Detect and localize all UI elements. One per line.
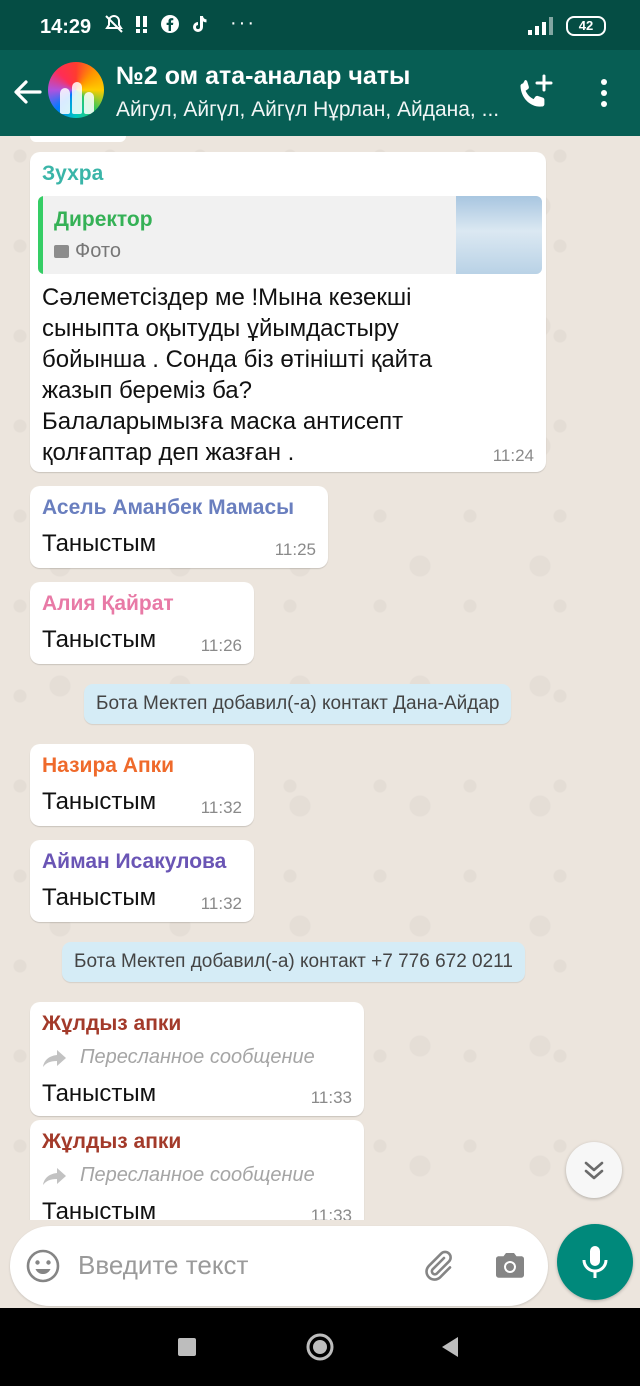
- reply-type: Фото: [54, 240, 121, 263]
- group-members[interactable]: Айгул, Айгүл, Айгүл Нұрлан, Айдана, ...: [116, 98, 499, 122]
- system-message: Бота Мектеп добавил(-а) контакт Дана-Айд…: [84, 684, 512, 724]
- signal-icon: [526, 17, 556, 35]
- group-title[interactable]: №2 ом ата-аналар чаты: [116, 62, 410, 91]
- message-time: 11:33: [310, 1088, 352, 1107]
- emoji-icon[interactable]: [26, 1249, 60, 1283]
- message-text: Таныстым: [42, 884, 157, 911]
- message-sender: Айман Исакулова: [42, 850, 227, 873]
- group-avatar[interactable]: [48, 62, 104, 118]
- message-sender: Жұлдыз апки: [42, 1012, 182, 1035]
- message-sender: Асель Аманбек Мамасы: [42, 496, 295, 519]
- mic-icon: [582, 1246, 608, 1278]
- forward-arrow-icon: [43, 1049, 66, 1067]
- previous-bubble-edge: [30, 136, 126, 142]
- message-text: Таныстым: [42, 1080, 157, 1107]
- message-text: Таныстым: [42, 788, 157, 815]
- photo-icon: [54, 245, 69, 258]
- facebook-icon: [161, 15, 179, 33]
- message-time: 11:25: [274, 540, 316, 559]
- reply-bar: [38, 196, 43, 274]
- message-bubble[interactable]: Алия Қайрат Таныстым 11:26: [30, 582, 254, 664]
- message-line: Балаларымызға маска антисепт: [42, 408, 404, 435]
- more-options-icon[interactable]: [592, 76, 616, 112]
- message-time: 11:24: [492, 446, 534, 465]
- forwarded-label: Пересланное сообщение: [42, 1164, 315, 1187]
- message-time: 11:26: [200, 636, 242, 655]
- scroll-to-bottom-button[interactable]: [566, 1142, 622, 1198]
- back-arrow-icon[interactable]: [10, 72, 46, 112]
- message-text: Таныстым: [42, 626, 157, 653]
- message-line: сыныпта оқытуды ұйымдастыру: [42, 315, 399, 342]
- forwarded-label: Пересланное сообщение: [42, 1046, 315, 1069]
- message-bubble[interactable]: Назира Апки Таныстым 11:32: [30, 744, 254, 826]
- more-notifications-indicator: ···: [230, 12, 256, 34]
- chat-area[interactable]: Зухра Директор Фото Сәлеметсіздер ме !Мы…: [0, 136, 640, 1308]
- forward-arrow-icon: [43, 1167, 66, 1185]
- message-time: 11:32: [200, 798, 242, 817]
- reply-photo-thumbnail: [456, 196, 542, 274]
- message-bubble[interactable]: Жұлдыз апки Пересланное сообщение Таныст…: [30, 1120, 364, 1234]
- message-bubble[interactable]: Айман Исакулова Таныстым 11:32: [30, 840, 254, 922]
- message-line: бойынша . Сонда біз өтінішті қайта: [42, 346, 433, 373]
- camera-icon[interactable]: [492, 1248, 528, 1284]
- message-bubble[interactable]: Асель Аманбек Мамасы Таныстым 11:25: [30, 486, 328, 568]
- home-circle-icon[interactable]: [305, 1332, 335, 1362]
- status-notification-icons: [104, 14, 208, 34]
- message-line: Сәлеметсіздер ме !Мына кезекші: [42, 284, 412, 311]
- system-nav-bar: [0, 1308, 640, 1386]
- message-text: Сәлеметсіздер ме !Мына кезекші сыныпта о…: [42, 282, 532, 468]
- chat-header: №2 ом ата-аналар чаты Айгул, Айгүл, Айгү…: [0, 50, 640, 136]
- reply-type-label: Фото: [75, 240, 121, 262]
- message-sender: Зухра: [42, 162, 104, 185]
- message-input-bar[interactable]: Введите текст: [10, 1226, 548, 1306]
- message-sender: Жұлдыз апки: [42, 1130, 182, 1153]
- message-line: жазып береміз ба?: [42, 377, 252, 404]
- message-input[interactable]: Введите текст: [78, 1250, 248, 1281]
- message-sender: Назира Апки: [42, 754, 175, 777]
- alert-icon: [136, 16, 147, 33]
- reply-quote[interactable]: Директор Фото: [38, 196, 542, 274]
- add-call-icon[interactable]: [514, 72, 556, 114]
- paperclip-icon[interactable]: [420, 1248, 456, 1284]
- status-system-icons: 42: [526, 16, 606, 36]
- back-triangle-icon[interactable]: [436, 1332, 466, 1362]
- status-bar: 14:29 ··· 42: [0, 0, 640, 50]
- message-text: Таныстым: [42, 530, 157, 557]
- forwarded-text: Пересланное сообщение: [80, 1046, 315, 1068]
- recents-square-icon[interactable]: [172, 1332, 202, 1362]
- system-message: Бота Мектеп добавил(-а) контакт +7 776 6…: [62, 942, 525, 982]
- double-chevron-down-icon: [584, 1161, 604, 1180]
- forwarded-text: Пересланное сообщение: [80, 1164, 315, 1186]
- tiktok-icon: [193, 16, 207, 32]
- message-line: қолғаптар деп жазған .: [42, 439, 295, 466]
- message-bubble[interactable]: Жұлдыз апки Пересланное сообщение Таныст…: [30, 1002, 364, 1116]
- battery-icon: 42: [566, 16, 606, 36]
- message-time: 11:32: [200, 894, 242, 913]
- message-bubble[interactable]: Зухра Директор Фото Сәлеметсіздер ме !Мы…: [30, 152, 546, 472]
- mute-bell-icon: [105, 14, 123, 33]
- voice-record-button[interactable]: [557, 1224, 633, 1300]
- status-time: 14:29: [40, 16, 92, 38]
- message-sender: Алия Қайрат: [42, 592, 174, 615]
- reply-sender: Директор: [54, 208, 153, 231]
